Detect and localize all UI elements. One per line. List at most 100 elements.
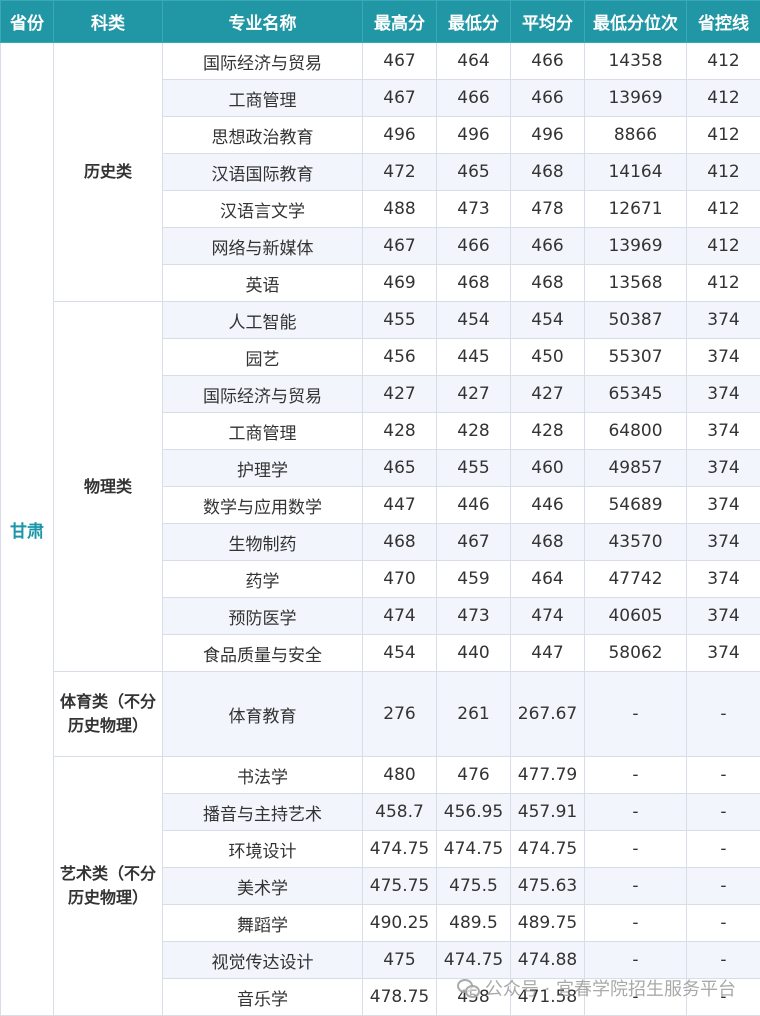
major-cell: 生物制药 [163,524,363,561]
major-cell: 思想政治教育 [163,117,363,154]
min-rank-cell: - [585,757,687,794]
max-score-cell: 475 [363,942,437,979]
major-cell: 汉语言文学 [163,191,363,228]
control-line-cell: 412 [687,191,760,228]
table-row: 甘肃历史类国际经济与贸易46746446614358412 [1,43,760,80]
control-line-cell: 374 [687,302,760,339]
control-line-cell: 412 [687,265,760,302]
table-row: 艺术类（不分历史物理）书法学480476477.79-- [1,757,760,794]
min-rank-cell: 14358 [585,43,687,80]
control-line-cell: 374 [687,561,760,598]
major-cell: 药学 [163,561,363,598]
header-min-score: 最低分 [437,1,511,43]
avg-score-cell: 447 [511,635,585,672]
control-line-cell: 412 [687,117,760,154]
min-rank-cell: - [585,868,687,905]
major-cell: 食品质量与安全 [163,635,363,672]
major-cell: 环境设计 [163,831,363,868]
control-line-cell: - [687,868,760,905]
avg-score-cell: 474 [511,598,585,635]
min-rank-cell: 50387 [585,302,687,339]
min-rank-cell: 47742 [585,561,687,598]
min-score-cell: 474.75 [437,942,511,979]
min-score-cell: 465 [437,154,511,191]
min-score-cell: 261 [437,672,511,757]
major-cell: 英语 [163,265,363,302]
major-cell: 护理学 [163,450,363,487]
min-rank-cell: 49857 [585,450,687,487]
control-line-cell: - [687,942,760,979]
avg-score-cell: 267.67 [511,672,585,757]
max-score-cell: 428 [363,413,437,450]
max-score-cell: 467 [363,228,437,265]
major-cell: 数学与应用数学 [163,487,363,524]
avg-score-cell: 446 [511,487,585,524]
control-line-cell: 374 [687,376,760,413]
min-score-cell: 445 [437,339,511,376]
avg-score-cell: 475.63 [511,868,585,905]
max-score-cell: 467 [363,43,437,80]
min-rank-cell: - [585,831,687,868]
max-score-cell: 480 [363,757,437,794]
control-line-cell: 374 [687,598,760,635]
min-rank-cell: 14164 [585,154,687,191]
avg-score-cell: 468 [511,154,585,191]
control-line-cell: 374 [687,635,760,672]
header-min-rank: 最低分位次 [585,1,687,43]
major-cell: 美术学 [163,868,363,905]
max-score-cell: 456 [363,339,437,376]
min-rank-cell: - [585,979,687,1016]
subject-cell: 体育类（不分历史物理） [54,672,163,757]
control-line-cell: - [687,794,760,831]
max-score-cell: 488 [363,191,437,228]
avg-score-cell: 454 [511,302,585,339]
min-rank-cell: 12671 [585,191,687,228]
max-score-cell: 458.7 [363,794,437,831]
min-rank-cell: - [585,794,687,831]
min-rank-cell: - [585,672,687,757]
max-score-cell: 472 [363,154,437,191]
avg-score-cell: 478 [511,191,585,228]
max-score-cell: 490.25 [363,905,437,942]
table-row: 体育类（不分历史物理）体育教育276261267.67-- [1,672,760,757]
min-rank-cell: 40605 [585,598,687,635]
control-line-cell: 412 [687,228,760,265]
min-rank-cell: 13568 [585,265,687,302]
avg-score-cell: 468 [511,524,585,561]
major-cell: 播音与主持艺术 [163,794,363,831]
subject-cell: 艺术类（不分历史物理） [54,757,163,1016]
control-line-cell: 374 [687,450,760,487]
avg-score-cell: 466 [511,228,585,265]
control-line-cell: - [687,831,760,868]
min-score-cell: 468 [437,265,511,302]
subject-cell: 物理类 [54,302,163,672]
header-control-line: 省控线 [687,1,760,43]
max-score-cell: 447 [363,487,437,524]
min-rank-cell: 54689 [585,487,687,524]
max-score-cell: 496 [363,117,437,154]
avg-score-cell: 474.75 [511,831,585,868]
control-line-cell: 412 [687,154,760,191]
control-line-cell: 374 [687,339,760,376]
major-cell: 体育教育 [163,672,363,757]
min-score-cell: 458 [437,979,511,1016]
control-line-cell: - [687,905,760,942]
major-cell: 网络与新媒体 [163,228,363,265]
min-score-cell: 467 [437,524,511,561]
control-line-cell: 412 [687,80,760,117]
min-rank-cell: 43570 [585,524,687,561]
major-cell: 舞蹈学 [163,905,363,942]
min-score-cell: 489.5 [437,905,511,942]
min-score-cell: 466 [437,80,511,117]
min-score-cell: 475.5 [437,868,511,905]
header-avg-score: 平均分 [511,1,585,43]
control-line-cell: 374 [687,524,760,561]
min-score-cell: 496 [437,117,511,154]
min-score-cell: 464 [437,43,511,80]
avg-score-cell: 489.75 [511,905,585,942]
avg-score-cell: 496 [511,117,585,154]
major-cell: 音乐学 [163,979,363,1016]
max-score-cell: 276 [363,672,437,757]
min-score-cell: 446 [437,487,511,524]
min-score-cell: 476 [437,757,511,794]
